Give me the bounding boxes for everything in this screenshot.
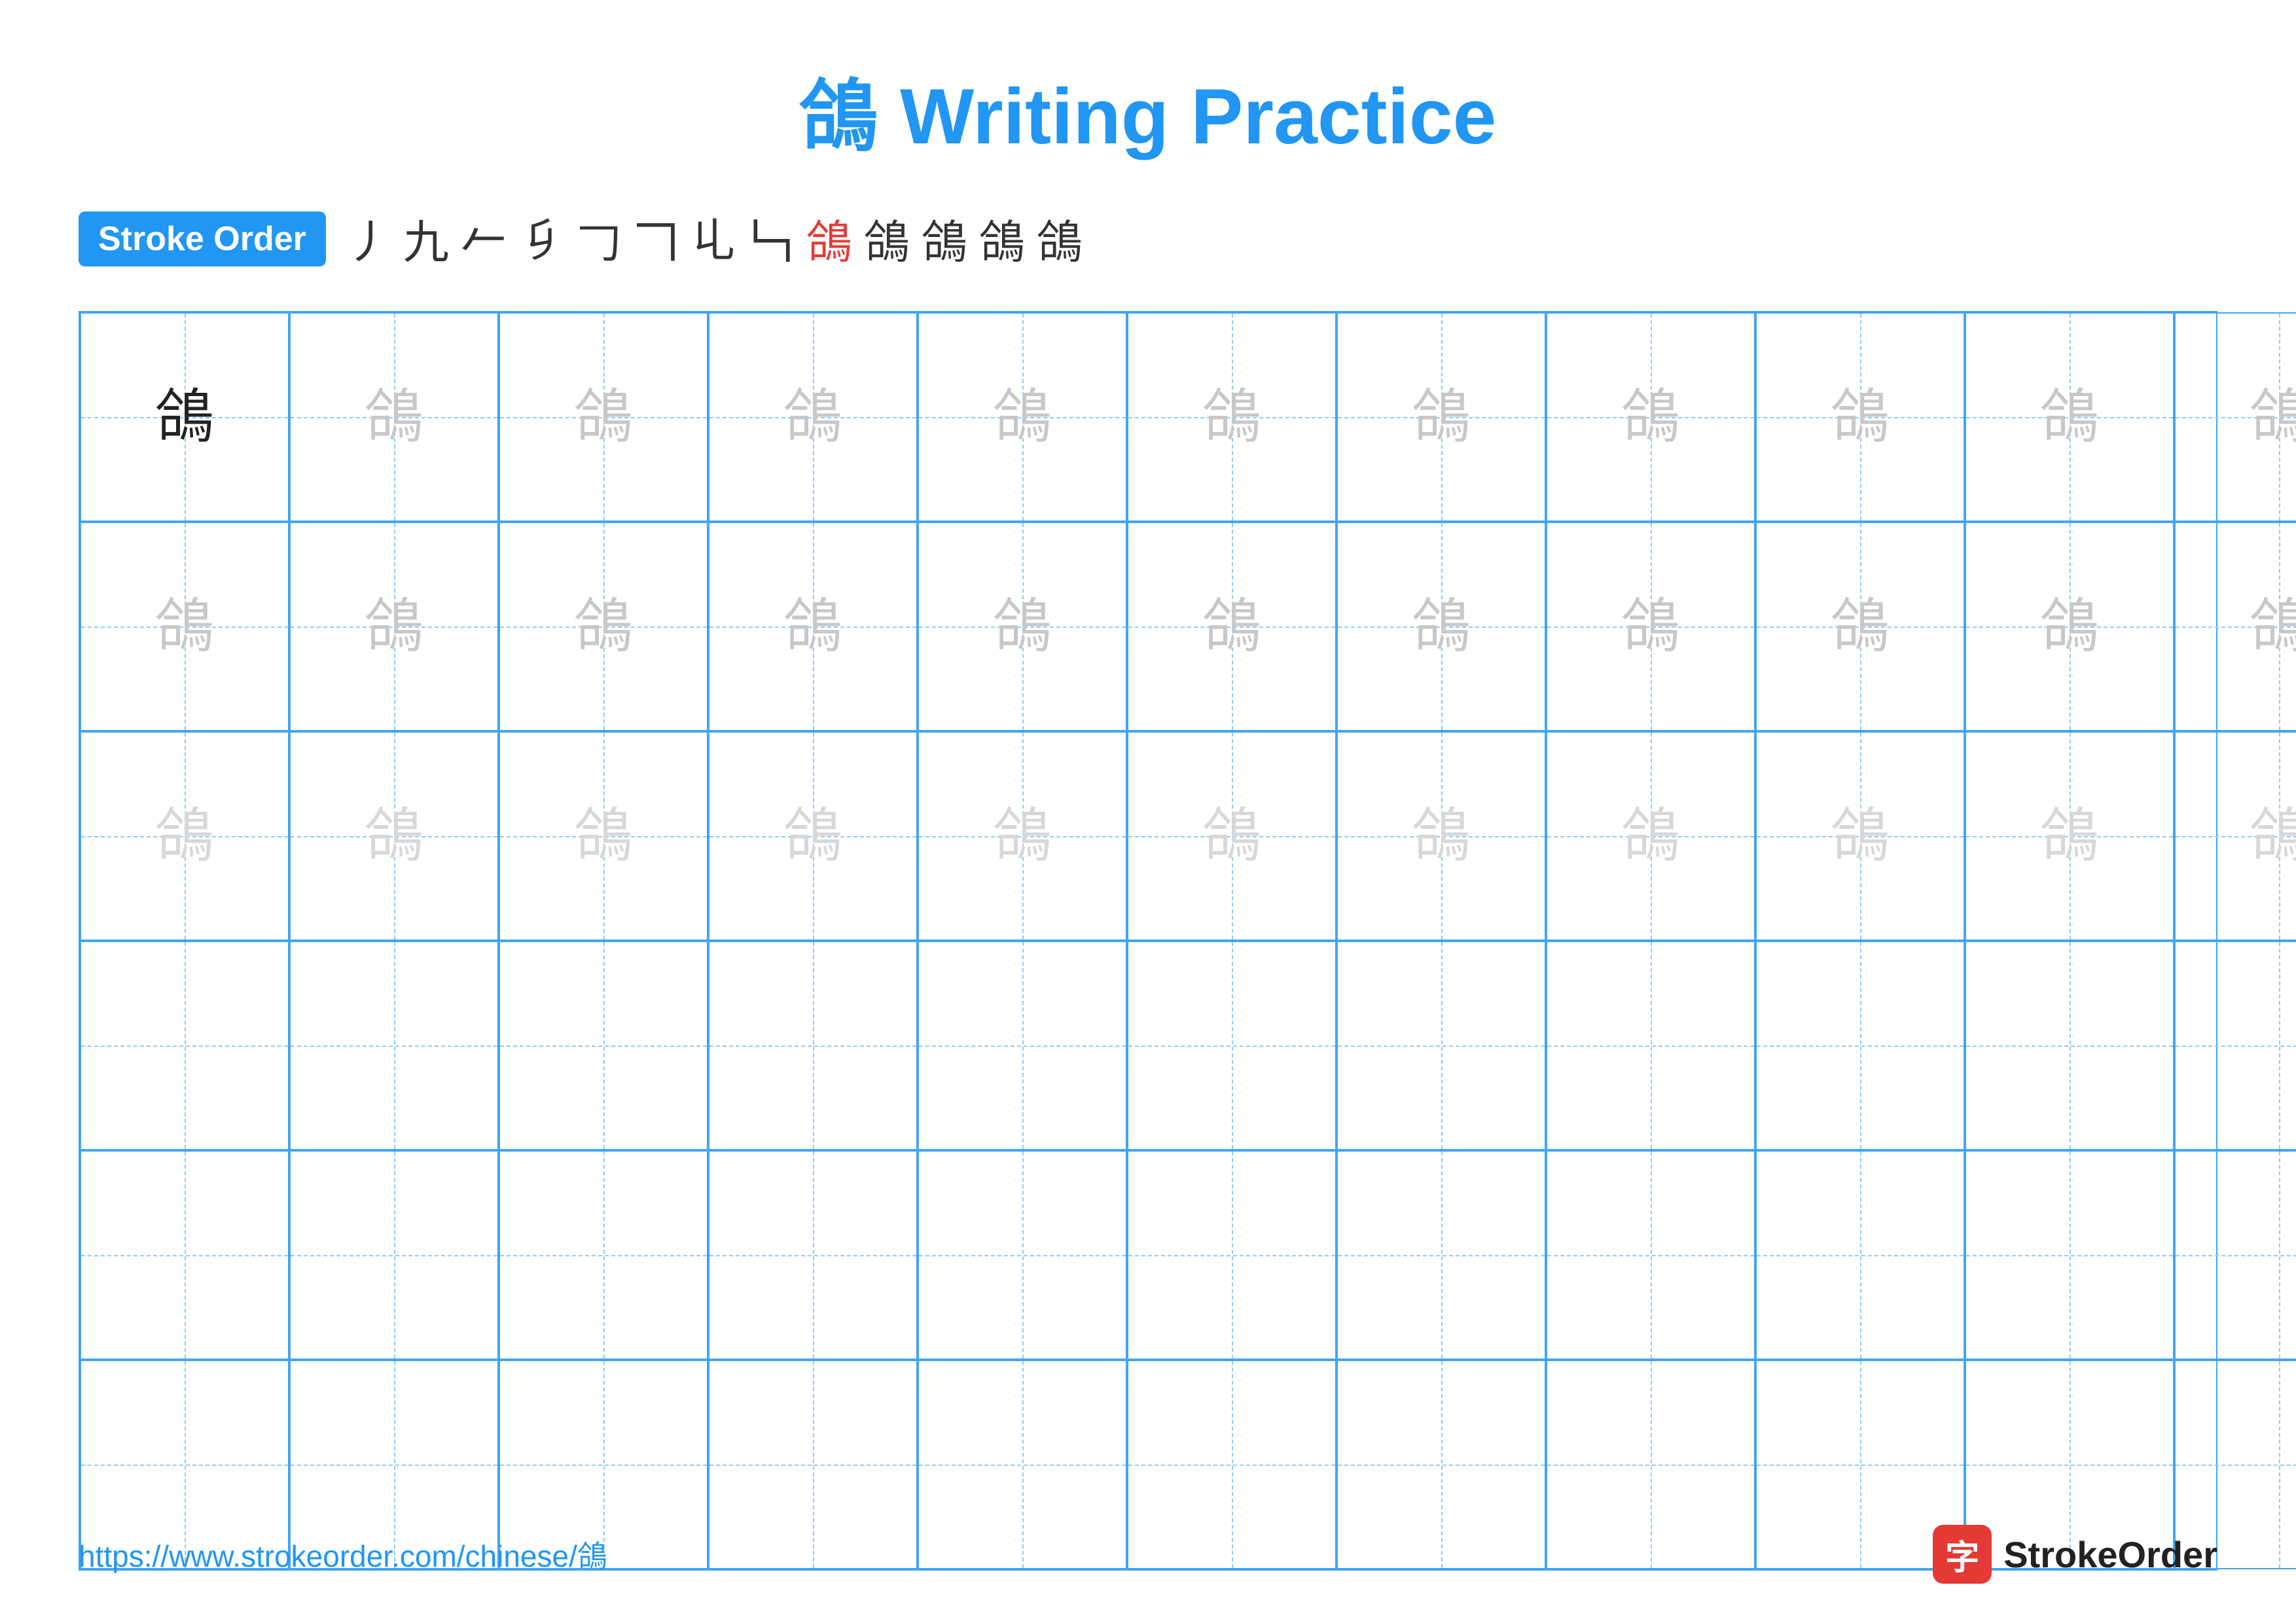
stroke-9: 鴿 [806, 206, 852, 272]
grid-cell-r4c5[interactable] [1127, 1150, 1336, 1360]
grid-cell-r2c6[interactable]: 鴿 [1336, 731, 1546, 941]
stroke-2: 九 [403, 206, 449, 272]
stroke-12: 鴿 [979, 206, 1025, 272]
grid-cell-r4c10[interactable] [2174, 1150, 2296, 1360]
grid-cell-r2c1[interactable]: 鴿 [289, 731, 499, 941]
stroke-11: 鴿 [922, 206, 967, 272]
grid-cell-r2c10[interactable]: 鴿 [2174, 731, 2296, 941]
grid-cell-r2c3[interactable]: 鴿 [708, 731, 918, 941]
stroke-order-row: Stroke Order 丿 九 𠂉 𠂎 𠃌 𠃍 𠃏 𠃑 鴿 鴿 鴿 鴿 鴿 [79, 206, 2217, 272]
grid-cell-r1c5[interactable]: 鴿 [1127, 522, 1336, 731]
footer-logo-text: StrokeOrder [2003, 1533, 2217, 1576]
grid-cell-r3c9[interactable] [1965, 941, 2174, 1150]
grid-cell-r4c6[interactable] [1336, 1150, 1546, 1360]
stroke-7: 𠃏 [691, 211, 737, 266]
grid-cell-r4c0[interactable] [80, 1150, 289, 1360]
grid-cell-r2c7[interactable]: 鴿 [1546, 731, 1755, 941]
grid-cell-r0c10[interactable]: 鴿 [2174, 312, 2296, 522]
grid-cell-r4c9[interactable] [1965, 1150, 2174, 1360]
grid-cell-r3c4[interactable] [918, 941, 1127, 1150]
footer: https://www.strokeorder.com/chinese/鴿 字 … [79, 1525, 2217, 1584]
grid-cell-r0c6[interactable]: 鴿 [1336, 312, 1546, 522]
stroke-10: 鴿 [864, 206, 910, 272]
grid-cell-r0c4[interactable]: 鴿 [918, 312, 1127, 522]
grid-cell-r1c8[interactable]: 鴿 [1755, 522, 1965, 731]
grid-cell-r2c9[interactable]: 鴿 [1965, 731, 2174, 941]
stroke-5: 𠃌 [576, 206, 622, 272]
stroke-3: 𠂉 [461, 206, 507, 272]
stroke-8: 𠃑 [749, 206, 795, 272]
grid-cell-r0c0[interactable]: 鴿 [80, 312, 289, 522]
grid-cell-r1c3[interactable]: 鴿 [708, 522, 918, 731]
grid-cell-r4c8[interactable] [1755, 1150, 1965, 1360]
grid-cell-r3c7[interactable] [1546, 941, 1755, 1150]
grid-cell-r1c9[interactable]: 鴿 [1965, 522, 2174, 731]
grid-cell-r3c2[interactable] [499, 941, 708, 1150]
footer-url[interactable]: https://www.strokeorder.com/chinese/鴿 [79, 1533, 607, 1576]
grid-cell-r1c1[interactable]: 鴿 [289, 522, 499, 731]
page: 鴿 Writing Practice Stroke Order 丿 九 𠂉 𠂎 … [0, 0, 2296, 1623]
grid-cell-r1c4[interactable]: 鴿 [918, 522, 1127, 731]
footer-logo: 字 StrokeOrder [1933, 1525, 2217, 1584]
grid-cell-r1c0[interactable]: 鴿 [80, 522, 289, 731]
grid-cell-r4c7[interactable] [1546, 1150, 1755, 1360]
grid-cell-r4c3[interactable] [708, 1150, 918, 1360]
grid-cell-r1c6[interactable]: 鴿 [1336, 522, 1546, 731]
grid-cell-r2c4[interactable]: 鴿 [918, 731, 1127, 941]
grid-cell-r3c10[interactable] [2174, 941, 2296, 1150]
grid-cell-r2c8[interactable]: 鴿 [1755, 731, 1965, 941]
stroke-order-badge: Stroke Order [79, 211, 326, 266]
grid-cell-r0c1[interactable]: 鴿 [289, 312, 499, 522]
grid-cell-r4c2[interactable] [499, 1150, 708, 1360]
grid-cell-r3c1[interactable] [289, 941, 499, 1150]
stroke-13: 鴿 [1037, 206, 1083, 272]
grid-cell-r0c3[interactable]: 鴿 [708, 312, 918, 522]
stroke-sequence: 丿 九 𠂉 𠂎 𠃌 𠃍 𠃏 𠃑 鴿 鴿 鴿 鴿 鴿 [346, 206, 1083, 272]
grid-cell-r0c5[interactable]: 鴿 [1127, 312, 1336, 522]
grid-cell-r0c2[interactable]: 鴿 [499, 312, 708, 522]
grid-cell-r4c4[interactable] [918, 1150, 1127, 1360]
grid-cell-r0c7[interactable]: 鴿 [1546, 312, 1755, 522]
grid-cell-r4c1[interactable] [289, 1150, 499, 1360]
grid-cell-r1c7[interactable]: 鴿 [1546, 522, 1755, 731]
page-title: 鴿 Writing Practice [800, 52, 1497, 166]
grid-cell-r3c3[interactable] [708, 941, 918, 1150]
grid-cell-r2c5[interactable]: 鴿 [1127, 731, 1336, 941]
grid-cell-r2c0[interactable]: 鴿 [80, 731, 289, 941]
stroke-6: 𠃍 [634, 206, 679, 272]
grid-cell-r2c2[interactable]: 鴿 [499, 731, 708, 941]
stroke-4: 𠂎 [518, 211, 564, 266]
stroke-1: 丿 [346, 206, 391, 272]
grid-cell-r1c2[interactable]: 鴿 [499, 522, 708, 731]
grid-cell-r3c8[interactable] [1755, 941, 1965, 1150]
grid-cell-r3c0[interactable] [80, 941, 289, 1150]
grid-cell-r1c10[interactable]: 鴿 [2174, 522, 2296, 731]
grid-cell-r3c5[interactable] [1127, 941, 1336, 1150]
practice-grid: 鴿 鴿 鴿 鴿 鴿 鴿 鴿 鴿 鴿 鴿 鴿 鴿 鴿 鴿 鴿 鴿 鴿 鴿 鴿 鴿 … [79, 311, 2217, 1571]
footer-logo-icon: 字 [1933, 1525, 1992, 1584]
grid-cell-r3c6[interactable] [1336, 941, 1546, 1150]
grid-cell-r0c8[interactable]: 鴿 [1755, 312, 1965, 522]
grid-cell-r0c9[interactable]: 鴿 [1965, 312, 2174, 522]
